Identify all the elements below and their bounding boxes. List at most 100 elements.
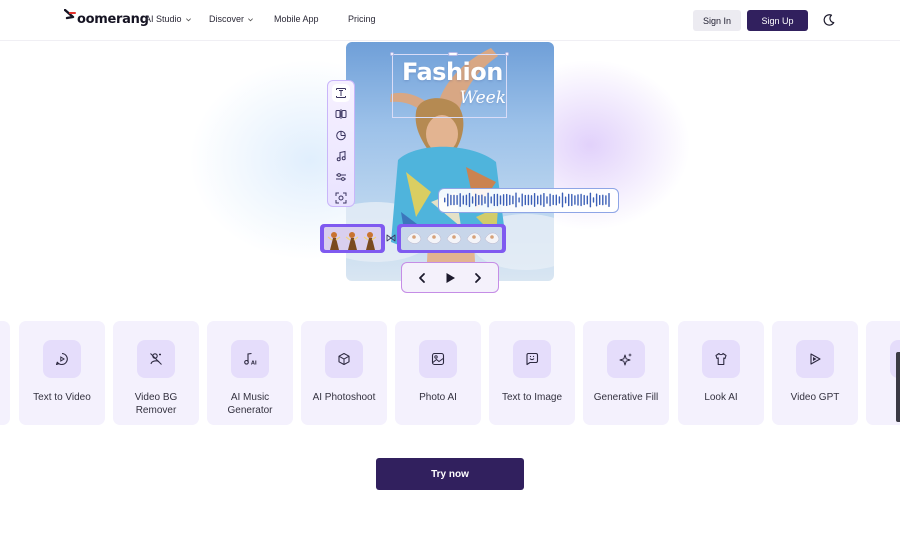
tool-icon-wrap bbox=[796, 340, 834, 378]
tool-card-text-to-image[interactable]: Text to Image bbox=[489, 321, 575, 425]
tool-card-generative-fill[interactable]: Generative Fill bbox=[583, 321, 669, 425]
waveform-bar bbox=[549, 193, 551, 207]
resize-handle[interactable] bbox=[390, 52, 394, 56]
nav-item-ai-studio[interactable]: AI Studio bbox=[145, 14, 209, 24]
nav-item-label: Mobile App bbox=[274, 14, 319, 24]
waveform-bar bbox=[487, 192, 489, 208]
waveform-bar bbox=[577, 194, 579, 206]
site-header: oomerang AI Studio Discover Mobile App P… bbox=[0, 0, 900, 41]
waveform-bar bbox=[540, 194, 542, 206]
waveform-bar bbox=[481, 194, 483, 206]
waveform-bar bbox=[453, 194, 455, 206]
video-clip-right[interactable] bbox=[397, 224, 506, 253]
brand-logo[interactable]: oomerang bbox=[64, 8, 149, 27]
waveform-bar bbox=[465, 194, 468, 206]
shirt-icon bbox=[715, 352, 727, 366]
waveform-bar bbox=[462, 195, 464, 205]
waveform-bar bbox=[580, 193, 582, 207]
svg-text:AI: AI bbox=[251, 361, 257, 367]
playback-controls bbox=[401, 262, 499, 293]
waveform-bar bbox=[599, 194, 601, 206]
tool-card-ai-music-generator[interactable]: AI AI Music Generator bbox=[207, 321, 293, 425]
tool-card-photo-ai[interactable]: Photo AI bbox=[395, 321, 481, 425]
music-tool-icon[interactable] bbox=[335, 150, 347, 162]
nav-item-mobile-app[interactable]: Mobile App bbox=[274, 14, 348, 24]
sign-in-button[interactable]: Sign In bbox=[693, 10, 741, 31]
clip-frames-dancers bbox=[324, 227, 381, 250]
audio-waveform-track[interactable] bbox=[438, 188, 619, 213]
music-ai-icon: AI bbox=[244, 352, 257, 367]
nav-item-pricing[interactable]: Pricing bbox=[348, 14, 376, 24]
sparkle-icon bbox=[619, 353, 632, 366]
waveform-bar bbox=[568, 193, 570, 207]
tool-label: AI Music Generator bbox=[227, 392, 273, 416]
waveform-bar bbox=[586, 195, 588, 205]
play-icon[interactable] bbox=[443, 271, 457, 285]
tool-card-partial-right[interactable]: De bbox=[866, 321, 900, 425]
waveform-bars bbox=[444, 192, 610, 208]
scrollbar-thumb[interactable] bbox=[896, 352, 900, 422]
waveform-bar bbox=[595, 193, 598, 207]
smile-image-icon bbox=[526, 352, 539, 366]
tool-card-look-ai[interactable]: Look AI bbox=[678, 321, 764, 425]
waveform-bar bbox=[546, 196, 548, 204]
video-clip-left[interactable] bbox=[320, 224, 385, 253]
split-tool-icon[interactable] bbox=[335, 108, 347, 120]
tool-label: Photo AI bbox=[419, 392, 457, 403]
play-bubble-icon bbox=[55, 352, 68, 366]
waveform-bar bbox=[471, 196, 474, 204]
tool-card-video-bg-remover[interactable]: Video BG Remover bbox=[113, 321, 199, 425]
video-gpt-icon bbox=[810, 353, 821, 365]
tool-icon-wrap bbox=[43, 340, 81, 378]
waveform-bar bbox=[484, 196, 486, 204]
pie-tool-icon[interactable] bbox=[335, 129, 347, 141]
tool-card-text-to-video[interactable]: Text to Video bbox=[19, 321, 105, 425]
chevron-left-icon[interactable] bbox=[415, 271, 429, 285]
waveform-bar bbox=[564, 196, 567, 204]
tool-icon-wrap bbox=[513, 340, 551, 378]
ai-tools-carousel: Text to Video Video BG Remover AI AI Mus… bbox=[0, 321, 900, 425]
brand-name: oomerang bbox=[77, 12, 149, 27]
tool-icon-wrap bbox=[325, 340, 363, 378]
moon-icon[interactable] bbox=[822, 13, 836, 27]
image-icon bbox=[431, 352, 445, 366]
tool-label: AI Photoshoot bbox=[312, 392, 376, 403]
waveform-bar bbox=[518, 197, 520, 203]
try-now-button[interactable]: Try now bbox=[376, 458, 524, 490]
waveform-bar bbox=[509, 194, 511, 206]
tool-card-partial[interactable] bbox=[0, 321, 10, 425]
waveform-bar bbox=[533, 193, 536, 207]
cube-icon bbox=[338, 352, 350, 366]
waveform-bar bbox=[515, 192, 517, 208]
text-tool-icon[interactable] bbox=[335, 87, 347, 99]
waveform-bar bbox=[521, 193, 523, 207]
tool-card-video-gpt[interactable]: Video GPT bbox=[772, 321, 858, 425]
tool-icon-wrap bbox=[419, 340, 457, 378]
resize-handle[interactable] bbox=[448, 52, 458, 56]
waveform-bar bbox=[512, 195, 514, 205]
waveform-bar bbox=[605, 195, 607, 205]
tool-label: Text to Image bbox=[501, 392, 563, 403]
waveform-bar bbox=[478, 195, 480, 205]
tool-icon-wrap bbox=[702, 340, 740, 378]
tool-label: Video BG Remover bbox=[134, 392, 178, 416]
waveform-bar bbox=[468, 192, 471, 208]
adjust-tool-icon[interactable] bbox=[335, 171, 347, 183]
waveform-bar bbox=[450, 194, 452, 206]
waveform-bar bbox=[589, 192, 592, 208]
waveform-bar bbox=[574, 195, 576, 205]
resize-handle[interactable] bbox=[505, 52, 509, 56]
waveform-bar bbox=[459, 193, 461, 207]
tool-label: Generative Fill bbox=[593, 392, 659, 403]
scan-tool-icon[interactable] bbox=[335, 192, 347, 204]
waveform-bar bbox=[496, 193, 499, 207]
nav-item-discover[interactable]: Discover bbox=[209, 14, 274, 24]
waveform-bar bbox=[530, 195, 533, 205]
sign-up-button[interactable]: Sign Up bbox=[747, 10, 808, 31]
nav-item-label: AI Studio bbox=[145, 14, 182, 24]
editor-toolbar bbox=[327, 80, 355, 207]
waveform-bar bbox=[602, 194, 604, 206]
bowtie-transition-icon[interactable] bbox=[386, 233, 396, 243]
chevron-right-icon[interactable] bbox=[471, 271, 485, 285]
tool-card-ai-photoshoot[interactable]: AI Photoshoot bbox=[301, 321, 387, 425]
